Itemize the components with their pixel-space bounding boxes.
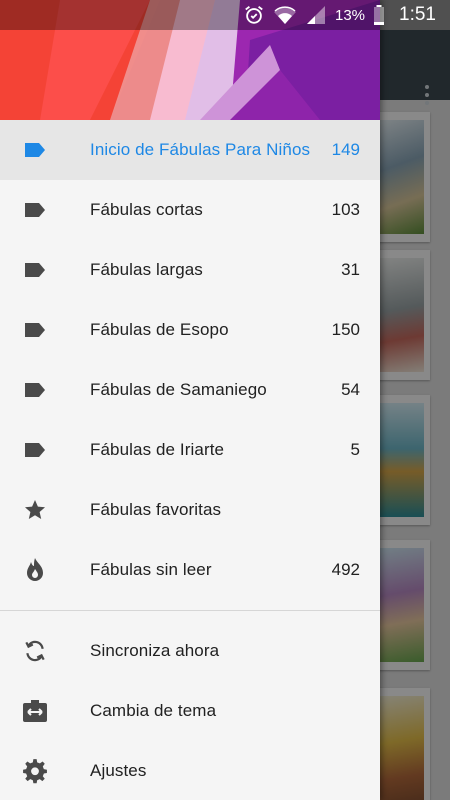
navigation-drawer: Inicio de Fábulas Para Niños 149 Fábulas… (0, 0, 380, 800)
change-theme-button[interactable]: Cambia de tema (0, 681, 380, 741)
status-clock: 1:51 (399, 4, 436, 25)
drawer-item-label: Fábulas sin leer (90, 560, 212, 579)
drawer-item-samaniego[interactable]: Fábulas de Samaniego 54 (0, 360, 380, 420)
signal-icon (305, 5, 327, 25)
drawer-item-label: Fábulas de Iriarte (90, 440, 225, 459)
drawer-item-sin-leer[interactable]: Fábulas sin leer 492 (0, 540, 380, 600)
settings-label: Ajustes (90, 761, 147, 780)
drawer-item-count: 150 (331, 320, 360, 339)
drawer-item-cortas[interactable]: Fábulas cortas 103 (0, 180, 380, 240)
wifi-icon (273, 4, 297, 26)
drawer-item-label: Fábulas favoritas (90, 500, 222, 519)
drawer-item-favoritas[interactable]: Fábulas favoritas (0, 480, 380, 540)
drawer-item-esopo[interactable]: Fábulas de Esopo 150 (0, 300, 380, 360)
drawer-item-count: 492 (331, 560, 360, 579)
gear-icon (22, 758, 48, 784)
sync-icon (22, 638, 48, 664)
drawer-item-count: 103 (331, 200, 360, 219)
drawer-item-label: Fábulas cortas (90, 200, 203, 219)
drawer-item-label: Fábulas de Esopo (90, 320, 229, 339)
drawer-divider (0, 610, 380, 611)
drawer-item-inicio[interactable]: Inicio de Fábulas Para Niños 149 (0, 120, 380, 180)
label-icon (22, 377, 48, 403)
sync-now-button[interactable]: Sincroniza ahora (0, 621, 380, 681)
drawer-item-count: 54 (341, 380, 360, 399)
label-icon (22, 317, 48, 343)
drawer-item-label: Inicio de Fábulas Para Niños (90, 140, 311, 159)
drawer-actions-list: Sincroniza ahora Cambia de tema Ajustes (0, 621, 380, 800)
star-icon (22, 497, 48, 523)
settings-button[interactable]: Ajustes (0, 741, 380, 800)
drawer-category-list: Inicio de Fábulas Para Niños 149 Fábulas… (0, 120, 380, 600)
drawer-item-count: 149 (331, 140, 360, 159)
sync-now-label: Sincroniza ahora (90, 641, 220, 660)
battery-percent: 13% (334, 6, 366, 24)
label-icon (22, 137, 48, 163)
drawer-item-count: 31 (341, 260, 360, 279)
flame-icon (22, 557, 48, 583)
alarm-icon (243, 4, 265, 26)
drawer-item-count: 5 (350, 440, 360, 459)
drawer-item-iriarte[interactable]: Fábulas de Iriarte 5 (0, 420, 380, 480)
battery-icon (373, 5, 385, 25)
change-theme-label: Cambia de tema (90, 701, 217, 720)
label-icon (22, 257, 48, 283)
drawer-item-largas[interactable]: Fábulas largas 31 (0, 240, 380, 300)
label-icon (22, 437, 48, 463)
switch-theme-icon (22, 698, 48, 724)
drawer-item-label: Fábulas largas (90, 260, 203, 279)
drawer-item-label: Fábulas de Samaniego (90, 380, 267, 399)
status-bar: 13% 1:51 (0, 0, 450, 30)
label-icon (22, 197, 48, 223)
